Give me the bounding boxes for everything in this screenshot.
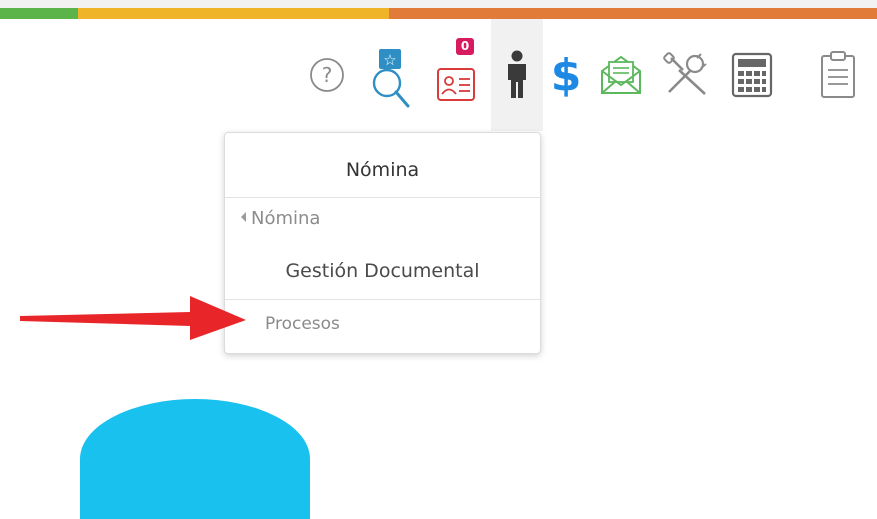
clipboard-button[interactable] — [810, 19, 866, 131]
tools-button[interactable] — [655, 19, 717, 131]
id-card-button[interactable]: 0 — [426, 19, 488, 131]
toolbar: ? ☆ 0 $ — [0, 19, 877, 131]
clipboard-icon — [821, 51, 855, 98]
color-bar-green — [0, 8, 78, 19]
decorative-arc — [80, 399, 310, 519]
favorites-search-button[interactable]: ☆ — [362, 19, 422, 131]
color-bar — [0, 8, 877, 19]
caret-left-icon — [241, 212, 246, 222]
svg-text:☆: ☆ — [383, 51, 396, 69]
id-card-badge: 0 — [456, 38, 474, 55]
menu-item-gestion-documental[interactable]: Gestión Documental — [225, 260, 540, 282]
calculator-button[interactable] — [722, 19, 782, 131]
annotation-arrow — [20, 296, 246, 340]
calculator-icon — [731, 52, 773, 98]
svg-text:?: ? — [322, 63, 333, 87]
dropdown-back-link[interactable]: Nómina — [241, 208, 320, 229]
dropdown-title: Nómina — [225, 133, 540, 198]
color-bar-orange — [389, 8, 877, 19]
dropdown-divider — [225, 299, 540, 300]
mail-button[interactable] — [592, 19, 650, 131]
dropdown-back-label: Nómina — [251, 208, 321, 229]
header: ? ☆ 0 $ — [0, 19, 877, 132]
tools-icon — [663, 52, 707, 95]
nomina-dropdown-menu: Nómina Nómina Gestión Documental Proceso… — [224, 132, 541, 354]
dollar-icon: $ — [550, 49, 582, 101]
menu-item-procesos[interactable]: Procesos — [265, 314, 340, 334]
mail-icon — [601, 55, 641, 94]
person-icon — [508, 50, 526, 98]
color-bar-yellow — [78, 8, 389, 19]
dollar-button[interactable]: $ — [546, 19, 586, 131]
help-icon: ? — [310, 58, 344, 92]
help-button[interactable]: ? — [296, 19, 358, 131]
favorites-search-icon: ☆ — [372, 49, 410, 108]
person-button[interactable] — [491, 19, 543, 131]
